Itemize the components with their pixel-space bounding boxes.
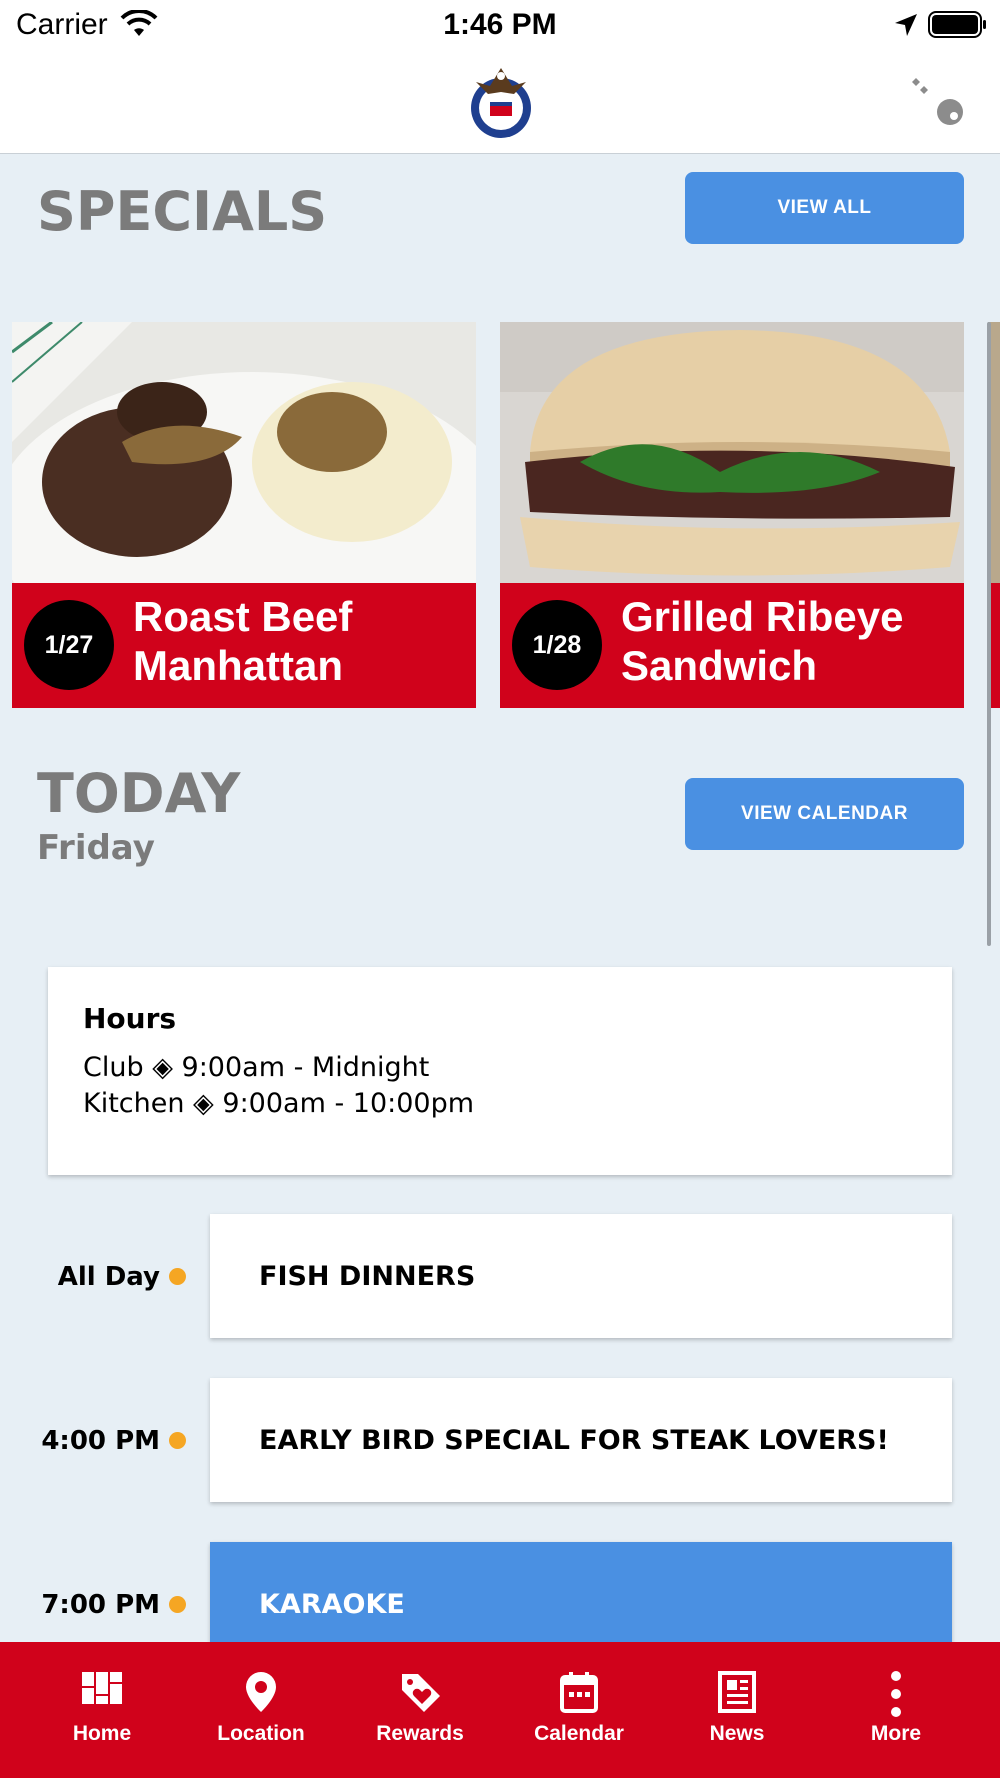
location-arrow-icon: [895, 14, 917, 36]
scrollbar[interactable]: [987, 322, 991, 946]
view-all-button[interactable]: VIEW ALL: [685, 172, 964, 244]
tab-label: News: [709, 1722, 765, 1745]
ribeye-sandwich-photo: [500, 322, 964, 583]
special-date-badge: 1/27: [24, 600, 114, 690]
more-dots-icon: [891, 1671, 901, 1717]
today-title: TODAY: [37, 762, 241, 825]
key-icon[interactable]: [910, 72, 968, 130]
kitchen-hours: Kitchen ◈ 9:00am - 10:00pm: [83, 1088, 475, 1119]
tab-label: More: [870, 1722, 922, 1745]
special-title: Grilled Ribeye Sandwich: [621, 593, 904, 689]
event-card[interactable]: EARLY BIRD SPECIAL FOR STEAK LOVERS!: [210, 1378, 952, 1502]
tab-location[interactable]: Location: [182, 1642, 340, 1778]
clock: 1:46 PM: [443, 8, 557, 41]
view-calendar-button[interactable]: VIEW CALENDAR: [685, 778, 964, 850]
tab-news[interactable]: News: [658, 1642, 816, 1778]
event-card[interactable]: FISH DINNERS: [210, 1214, 952, 1338]
nav-bar: [0, 50, 1000, 154]
special-date-badge: 1/28: [512, 600, 602, 690]
event-dot: [169, 1596, 186, 1613]
tab-label: Home: [72, 1722, 132, 1745]
tab-calendar[interactable]: Calendar: [500, 1642, 658, 1778]
tab-bar: Home Location Rewards Calendar News More: [0, 1642, 1000, 1778]
tab-label: Location: [217, 1722, 305, 1745]
map-pin-icon: [246, 1672, 276, 1712]
event-dot: [169, 1268, 186, 1285]
tab-label: Calendar: [534, 1722, 624, 1745]
heart-tag-icon: [402, 1674, 440, 1712]
specials-title: SPECIALS: [37, 180, 328, 243]
club-hours: Club ◈ 9:00am - Midnight: [83, 1052, 430, 1083]
special-title: Roast Beef Manhattan: [133, 593, 353, 689]
special-card[interactable]: 1/28 Grilled Ribeye Sandwich: [500, 322, 964, 708]
roast-beef-photo: [12, 322, 476, 583]
home-grid-icon: [82, 1672, 122, 1704]
special-card[interactable]: 1/27 Roast Beef Manhattan: [12, 322, 476, 708]
tab-more[interactable]: More: [817, 1642, 975, 1778]
battery-icon: [928, 11, 986, 38]
tab-home[interactable]: Home: [23, 1642, 181, 1778]
event-title: EARLY BIRD SPECIAL FOR STEAK LOVERS!: [259, 1424, 889, 1456]
event-time: All Day: [57, 1262, 160, 1292]
tab-label: Rewards: [376, 1722, 464, 1745]
hours-title: Hours: [83, 1002, 177, 1035]
event-title: FISH DINNERS: [259, 1260, 476, 1292]
calendar-icon: [560, 1672, 598, 1713]
tab-rewards[interactable]: Rewards: [341, 1642, 499, 1778]
event-time: 7:00 PM: [41, 1590, 160, 1620]
today-day: Friday: [37, 828, 155, 868]
event-time: 4:00 PM: [41, 1426, 160, 1456]
newspaper-icon: [718, 1671, 756, 1713]
status-bar: Carrier 1:46 PM: [0, 0, 1000, 50]
event-dot: [169, 1432, 186, 1449]
eagle-seal-logo-icon[interactable]: [468, 64, 534, 140]
hours-card: Hours Club ◈ 9:00am - Midnight Kitchen ◈…: [48, 967, 952, 1175]
